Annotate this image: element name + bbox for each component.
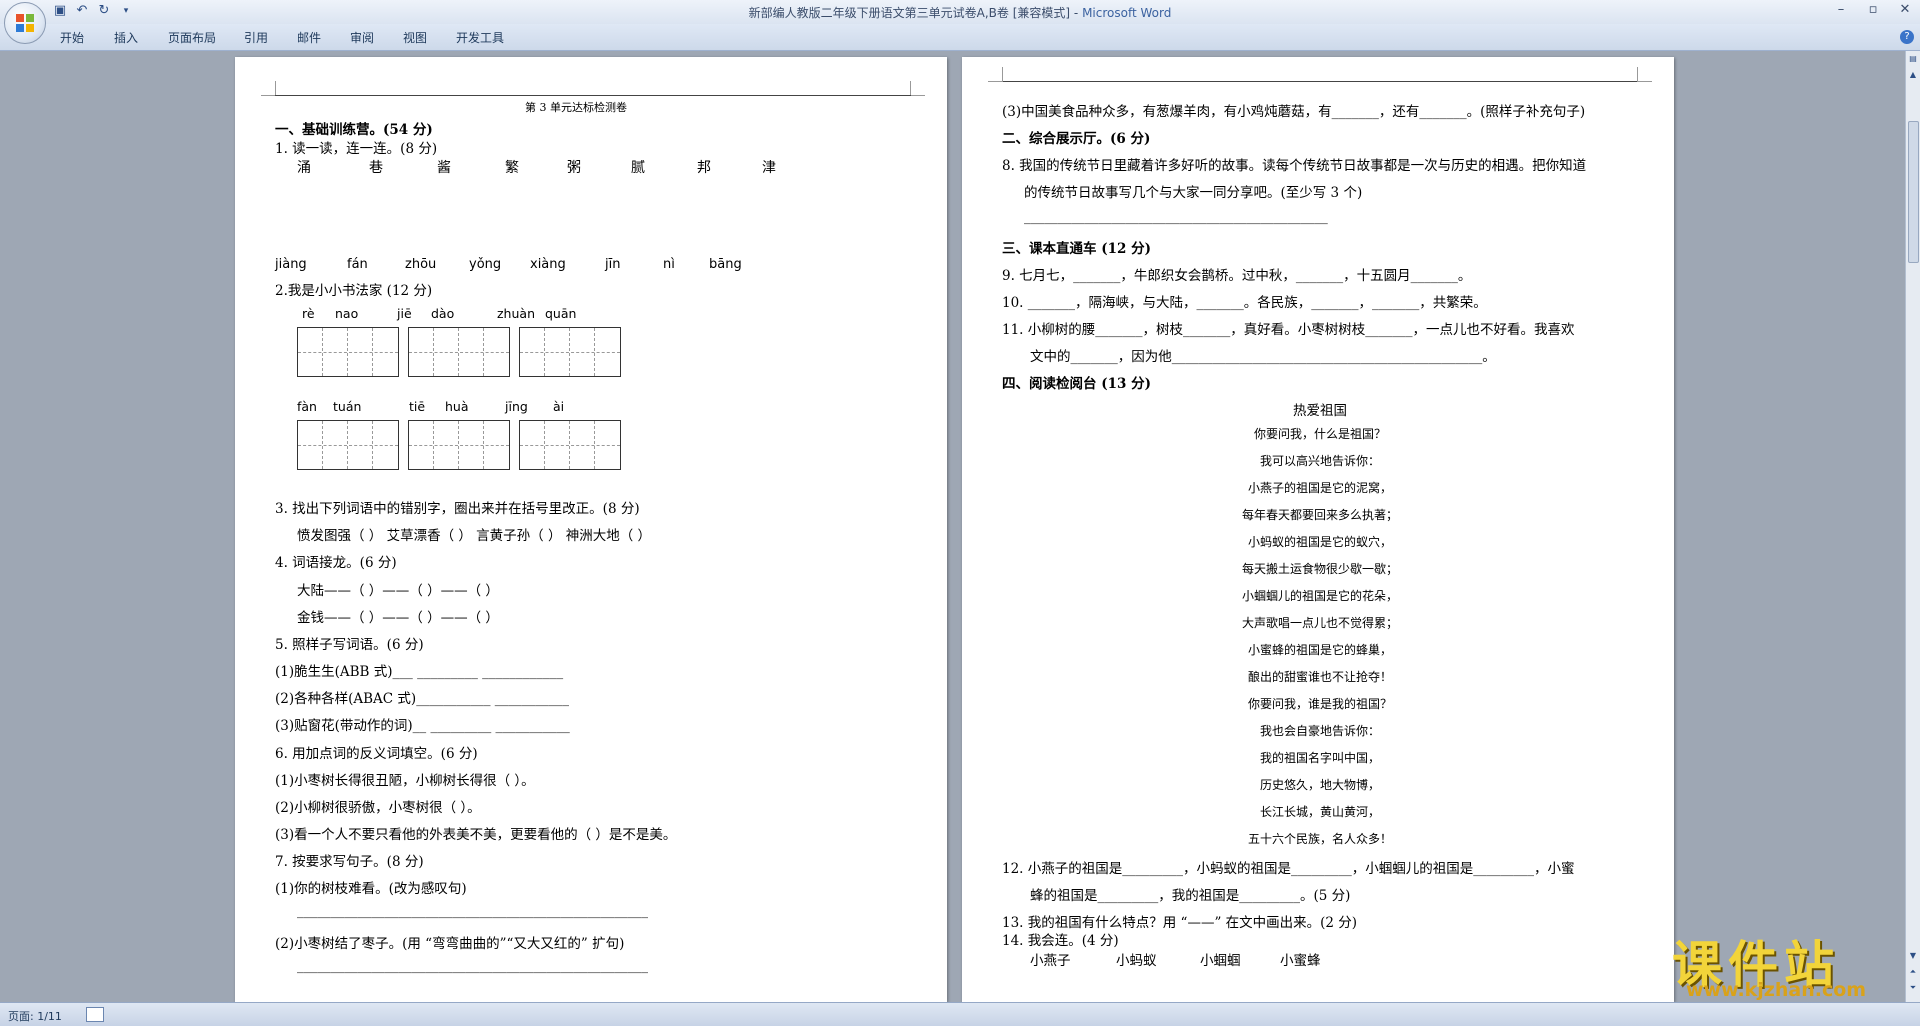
question-text: 8. 我国的传统节日里藏着许多好听的故事。读每个传统节日故事都是一次与历史的相遇… bbox=[1002, 158, 1587, 174]
writing-grid[interactable] bbox=[297, 327, 399, 377]
section-heading: 二、综合展示厅。(6 分) bbox=[1002, 131, 1151, 147]
answer-blank[interactable]: ________________________________________… bbox=[297, 958, 648, 974]
question-text: 6. 用加点词的反义词填空。(6 分) bbox=[275, 746, 478, 762]
poem-line: 每天搬土运食物很少歇一歇； bbox=[1241, 562, 1398, 576]
question-items: (1)你的树枝难看。(改为感叹句) bbox=[275, 881, 467, 897]
proofing-icon[interactable] bbox=[86, 1007, 104, 1022]
office-logo-icon bbox=[16, 14, 34, 32]
poem-line: 你要问我，什么是祖国？ bbox=[1253, 427, 1386, 441]
poem-line: 我可以高兴地告诉你： bbox=[1259, 454, 1380, 468]
answer-blank[interactable]: ________________________________________… bbox=[1024, 209, 1328, 225]
maximize-icon[interactable]: ▫ bbox=[1864, 2, 1882, 17]
question-items: (1)脆生生(ABB 式)___ _________ ____________ bbox=[275, 664, 564, 680]
margin-mark bbox=[988, 67, 1003, 82]
writing-grid[interactable] bbox=[519, 327, 621, 377]
question-text: 文中的_______，因为他__________________________… bbox=[1030, 349, 1496, 365]
poem-line: 小蝈蝈儿的祖国是它的花朵， bbox=[1241, 589, 1398, 603]
office-button[interactable] bbox=[4, 2, 46, 44]
poem-line: 小蚂蚁的祖国是它的蚁穴， bbox=[1247, 535, 1392, 549]
scroll-down-icon[interactable]: ▼ bbox=[1907, 950, 1919, 962]
question-items: (3)看一个人不要只看他的外表美不美，更要看他的（ ）是不是美。 bbox=[275, 827, 677, 843]
tab-developer[interactable]: 开发工具 bbox=[456, 29, 504, 46]
poem-line: 五十六个民族，名人众多！ bbox=[1247, 832, 1392, 846]
scrollbar-thumb[interactable] bbox=[1908, 121, 1919, 263]
poem-line: 我的祖国名字叫中国， bbox=[1259, 751, 1380, 765]
document-page-2: (3)中国美食品种众多，有葱爆羊肉，有小鸡炖蘑菇，有_______，还有____… bbox=[962, 57, 1674, 1002]
watermark-logo: 课件站 www.kjzhan.com bbox=[1672, 925, 1902, 1001]
window-controls: – ▫ ✕ bbox=[1832, 2, 1914, 17]
section-heading: 一、基础训练营。(54 分) bbox=[275, 122, 433, 138]
poem-line: 酿出的甜蜜谁也不让抢夺！ bbox=[1247, 670, 1392, 684]
question-items: (3)贴窗花(带动作的词)__ _________ ___________ bbox=[275, 718, 570, 734]
poem-line: 大声歌唱一点儿也不觉得累； bbox=[1241, 616, 1398, 630]
question-text: 13. 我的祖国有什么特点？用 “——” 在文中画出来。(2 分) bbox=[1002, 915, 1358, 931]
close-icon[interactable]: ✕ bbox=[1896, 2, 1914, 17]
question-text: 14. 我会连。(4 分) bbox=[1002, 933, 1119, 949]
tab-page-layout[interactable]: 页面布局 bbox=[168, 29, 216, 46]
question-text: 1. 读一读，连一连。(8 分) bbox=[275, 141, 438, 157]
question-text: 的传统节日故事写几个与大家一同分享吧。(至少写 3 个) bbox=[1024, 185, 1363, 201]
ruler-toggle-icon[interactable]: ▤ bbox=[1907, 53, 1919, 65]
question-text: 3. 找出下列词语中的错别字，圈出来并在括号里改正。(8 分) bbox=[275, 501, 640, 517]
writing-grid[interactable] bbox=[408, 420, 510, 470]
tab-view[interactable]: 视图 bbox=[403, 29, 427, 46]
poem-line: 小蜜蜂的祖国是它的蜂巢， bbox=[1247, 643, 1392, 657]
question-text: 12. 小燕子的祖国是_________，小蚂蚁的祖国是_________，小蝈… bbox=[1002, 861, 1575, 877]
title-bar: ▣ ↶ ↻ ▾ 新部编人教版二年级下册语文第三单元试卷A,B卷 [兼容模式] -… bbox=[0, 0, 1920, 24]
question-text: 蜂的祖国是_________，我的祖国是_________。(5 分) bbox=[1030, 888, 1351, 904]
document-page-1: 第 3 单元达标检测卷 一、基础训练营。(54 分) 1. 读一读，连一连。(8… bbox=[235, 57, 947, 1002]
window-title: 新部编人教版二年级下册语文第三单元试卷A,B卷 [兼容模式] - Microso… bbox=[748, 6, 1172, 20]
header-line bbox=[275, 95, 911, 96]
writing-grid[interactable] bbox=[408, 327, 510, 377]
answer-blank[interactable]: ________________________________________… bbox=[297, 903, 648, 919]
question-items: (2)各种各样(ABAC 式)___________ ___________ bbox=[275, 691, 569, 707]
question-items: 大陆——（ ）——（ ）——（ ） bbox=[297, 583, 499, 599]
question-text: 10. _______，隔海峡，与大陆，_______。各民族，_______，… bbox=[1002, 295, 1487, 311]
question-items: 愤发图强（ ） 艾草漂香（ ） 言黄子孙（ ） 神洲大地（ ） bbox=[297, 528, 652, 544]
document-workspace: 第 3 单元达标检测卷 一、基础训练营。(54 分) 1. 读一读，连一连。(8… bbox=[0, 51, 1906, 1002]
writing-grid[interactable] bbox=[519, 420, 621, 470]
margin-mark bbox=[910, 81, 925, 96]
tab-references[interactable]: 引用 bbox=[244, 29, 268, 46]
tab-home[interactable]: 开始 bbox=[60, 29, 84, 46]
question-text: 11. 小柳树的腰_______，树枝_______，真好看。小枣树树枝____… bbox=[1002, 322, 1575, 338]
question-text: 7. 按要求写句子。(8 分) bbox=[275, 854, 424, 870]
poem-line: 每年春天都要回来多么执著； bbox=[1241, 508, 1398, 522]
poem-line: 我也会自豪地告诉你： bbox=[1259, 724, 1380, 738]
question-text: 2.我是小小书法家 (12 分) bbox=[275, 283, 433, 299]
header-line bbox=[1002, 81, 1638, 82]
margin-mark bbox=[1637, 67, 1652, 82]
question-items: (2)小枣树结了枣子。(用 “弯弯曲曲的”“又大又红的” 扩句) bbox=[275, 936, 625, 952]
question-items: (3)中国美食品种众多，有葱爆羊肉，有小鸡炖蘑菇，有_______，还有____… bbox=[1002, 104, 1586, 120]
poem-line: 历史悠久，地大物博， bbox=[1259, 778, 1380, 792]
question-items: (1)小枣树长得很丑陋，小柳树长得很（ ）。 bbox=[275, 773, 535, 789]
writing-grid[interactable] bbox=[297, 420, 399, 470]
page-count[interactable]: 页面: 1/11 bbox=[8, 1008, 62, 1024]
poem-line: 小燕子的祖国是它的泥窝， bbox=[1247, 481, 1392, 495]
section-heading: 四、阅读检阅台 (13 分) bbox=[1002, 376, 1151, 392]
next-page-icon[interactable]: ⏷ bbox=[1907, 982, 1919, 994]
tab-mailings[interactable]: 邮件 bbox=[297, 29, 321, 46]
page-header-text: 第 3 单元达标检测卷 bbox=[525, 101, 627, 114]
tab-insert[interactable]: 插入 bbox=[114, 29, 138, 46]
vertical-scrollbar[interactable]: ▤ ▲ ▼ ⏶ ⏷ bbox=[1905, 51, 1920, 1002]
status-bar: 页面: 1/11 bbox=[0, 1002, 1920, 1026]
question-text: 4. 词语接龙。(6 分) bbox=[275, 555, 397, 571]
question-text: 5. 照样子写词语。(6 分) bbox=[275, 637, 424, 653]
poem-line: 长江长城，黄山黄河， bbox=[1259, 805, 1380, 819]
question-items: 金钱——（ ）——（ ）——（ ） bbox=[297, 610, 499, 626]
poem-line: 你要问我，谁是我的祖国？ bbox=[1247, 697, 1392, 711]
margin-mark bbox=[261, 81, 276, 96]
question-text: 9. 七月七，_______，牛郎织女会鹊桥。过中秋，_______，十五圆月_… bbox=[1002, 268, 1472, 284]
tab-review[interactable]: 审阅 bbox=[350, 29, 374, 46]
section-heading: 三、课本直通车 (12 分) bbox=[1002, 241, 1151, 257]
minimize-icon[interactable]: – bbox=[1832, 2, 1850, 17]
scroll-up-icon[interactable]: ▲ bbox=[1907, 69, 1919, 81]
ribbon-tab-bar: 开始 插入 页面布局 引用 邮件 审阅 视图 开发工具 bbox=[0, 24, 1920, 51]
poem-title: 热爱祖国 bbox=[1293, 403, 1347, 419]
previous-page-icon[interactable]: ⏶ bbox=[1907, 966, 1919, 978]
watermark-url: www.kjzhan.com bbox=[1686, 979, 1867, 1001]
help-icon[interactable]: ? bbox=[1900, 30, 1914, 44]
question-items: (2)小柳树很骄傲，小枣树很（ ）。 bbox=[275, 800, 481, 816]
